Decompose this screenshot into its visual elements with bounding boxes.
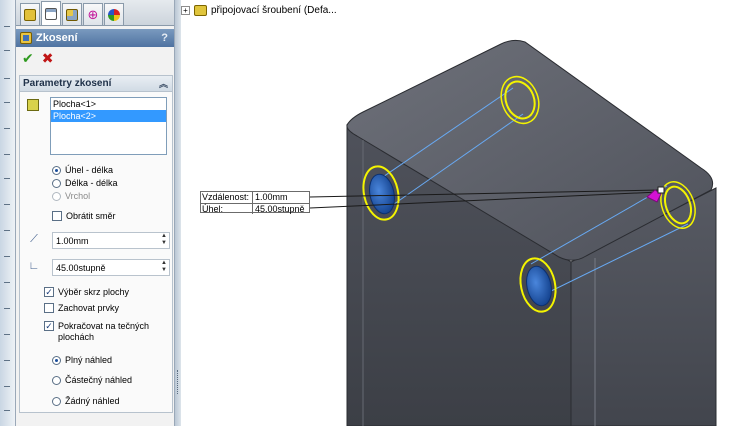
checkbox[interactable] xyxy=(44,287,54,297)
page-title: Zkosení xyxy=(36,32,78,44)
type-distance-distance[interactable]: Délka - délka xyxy=(52,177,118,189)
handle-marker xyxy=(657,186,665,194)
type-angle-distance[interactable]: Úhel - délka xyxy=(52,164,113,176)
flip-direction-checkbox[interactable]: Obrátit směr xyxy=(52,210,116,222)
radio-button[interactable] xyxy=(52,355,61,365)
feature-tree-flyout: + připojovací šroubení (Defa... xyxy=(181,3,337,17)
angle-icon: ∟ xyxy=(28,260,40,272)
radio-label: Délka - délka xyxy=(65,178,118,188)
strip-mark xyxy=(4,308,10,309)
tab-display-manager[interactable] xyxy=(104,3,124,25)
manager-tabs: ⊕ xyxy=(16,0,174,26)
checkbox-label: Výběr skrz plochy xyxy=(58,287,130,297)
cancel-x-icon[interactable]: ✖ xyxy=(42,50,54,67)
callout-angle-row[interactable]: Úhel: 45.00stupně xyxy=(201,203,309,214)
strip-mark xyxy=(4,128,10,129)
radio-label: Žádný náhled xyxy=(65,396,120,406)
strip-mark xyxy=(4,386,10,387)
property-manager-icon xyxy=(45,7,57,20)
type-vertex: Vrchol xyxy=(52,190,90,202)
distance-spinbox[interactable]: ▲▼ xyxy=(52,232,170,249)
checkbox-label: Obrátit směr xyxy=(66,211,116,221)
left-toolbar-strip xyxy=(0,0,16,426)
strip-mark xyxy=(4,50,10,51)
strip-mark xyxy=(4,360,10,361)
callout-value[interactable]: 45.00stupně xyxy=(253,204,305,214)
tab-feature-manager[interactable] xyxy=(20,3,40,25)
crosshair-icon: ⊕ xyxy=(87,7,99,22)
list-item[interactable]: Plocha<1> xyxy=(51,98,166,110)
strip-mark xyxy=(4,230,10,231)
strip-mark xyxy=(4,256,10,257)
strip-mark xyxy=(4,334,10,335)
distance-input[interactable] xyxy=(53,233,153,248)
radio-label: Plný náhled xyxy=(65,355,113,365)
chamfer-icon xyxy=(20,32,32,44)
tab-configuration-manager[interactable] xyxy=(62,3,82,25)
radio-button[interactable] xyxy=(52,165,61,175)
ok-check-icon[interactable]: ✔ xyxy=(22,50,34,67)
radio-label: Částečný náhled xyxy=(65,375,133,385)
radio-button[interactable] xyxy=(52,396,61,406)
strip-mark xyxy=(4,26,10,27)
splitter-grip[interactable] xyxy=(177,370,180,394)
spin-arrows[interactable]: ▲ ▼ xyxy=(159,260,169,275)
angle-input[interactable] xyxy=(53,260,153,275)
face-selection-icon xyxy=(27,99,39,111)
strip-mark xyxy=(4,78,10,79)
strip-mark xyxy=(4,204,10,205)
help-icon[interactable]: ? xyxy=(161,32,168,44)
callout-label: Vzdálenost: xyxy=(201,192,253,203)
checkbox-label: Zachovat prvky xyxy=(58,303,120,313)
tab-property-manager[interactable] xyxy=(41,1,61,25)
strip-mark xyxy=(4,154,10,155)
partial-preview-radio[interactable]: Částečný náhled xyxy=(52,374,132,386)
dimension-callout[interactable]: Vzdálenost: 1.00mm Úhel: 45.00stupně xyxy=(200,191,310,214)
select-through-faces-checkbox[interactable]: Výběr skrz plochy xyxy=(44,286,129,298)
radio-label: Úhel - délka xyxy=(65,165,114,175)
feature-tree-icon xyxy=(24,8,36,21)
checkbox[interactable] xyxy=(52,211,62,221)
strip-mark xyxy=(4,178,10,179)
display-manager-icon xyxy=(108,8,120,21)
callout-distance-row[interactable]: Vzdálenost: 1.00mm xyxy=(201,192,309,203)
property-manager-panel: ⊕ Zkosení ? ✔ ✖ Parametry zkosení ︽ Ploc… xyxy=(16,0,175,426)
confirm-row: ✔ ✖ xyxy=(16,47,174,69)
radio-label: Vrchol xyxy=(65,191,91,201)
feature-title-bar: Zkosení ? xyxy=(16,29,174,47)
part-icon xyxy=(194,4,207,16)
full-preview-radio[interactable]: Plný náhled xyxy=(52,354,112,366)
checkbox-label: Pokračovat na tečných plochách xyxy=(58,321,150,342)
tab-dimxpert[interactable]: ⊕ xyxy=(83,3,103,25)
collapse-chevron-icon[interactable]: ︽ xyxy=(159,77,168,90)
part-name[interactable]: připojovací šroubení (Defa... xyxy=(211,5,337,16)
group-title: Parametry zkosení xyxy=(23,78,112,89)
strip-mark xyxy=(4,282,10,283)
selected-faces-list[interactable]: Plocha<1> Plocha<2> xyxy=(50,97,167,155)
keep-features-checkbox[interactable]: Zachovat prvky xyxy=(44,302,119,314)
checkbox[interactable] xyxy=(44,303,54,313)
chamfer-parameters-group: Parametry zkosení ︽ Plocha<1> Plocha<2> … xyxy=(19,75,173,413)
strip-mark xyxy=(4,102,10,103)
checkbox[interactable] xyxy=(44,321,54,331)
group-header[interactable]: Parametry zkosení ︽ xyxy=(20,76,172,92)
list-item[interactable]: Plocha<2> xyxy=(51,110,166,122)
configuration-icon xyxy=(66,8,78,21)
radio-button[interactable] xyxy=(52,178,61,188)
radio-button xyxy=(52,191,61,201)
expand-icon[interactable]: + xyxy=(181,5,190,15)
callout-label: Úhel: xyxy=(201,204,253,214)
callout-value[interactable]: 1.00mm xyxy=(253,192,288,203)
spin-arrows[interactable]: ▲ ▼ xyxy=(159,233,169,248)
no-preview-radio[interactable]: Žádný náhled xyxy=(52,395,120,407)
distance-icon: ⟋ xyxy=(30,233,38,245)
tangent-propagation-checkbox[interactable]: Pokračovat na tečných plochách xyxy=(44,321,158,345)
angle-spinbox[interactable]: ▲▼ xyxy=(52,259,170,276)
strip-mark xyxy=(4,410,10,411)
radio-button[interactable] xyxy=(52,375,61,385)
